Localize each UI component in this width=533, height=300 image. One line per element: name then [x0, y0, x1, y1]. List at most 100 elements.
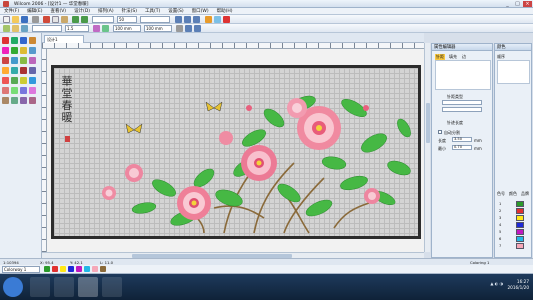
start-button[interactable] [3, 277, 23, 297]
circle-icon[interactable] [2, 57, 9, 64]
tab-design1[interactable]: 设计1 [44, 35, 84, 43]
colorway-swatch-brown[interactable] [100, 266, 106, 272]
color-swatch[interactable] [516, 222, 524, 228]
menu-file[interactable]: 文件(F) [0, 8, 23, 15]
auto-split-checkbox[interactable] [438, 130, 442, 134]
taskbar-browser-icon[interactable] [54, 277, 74, 297]
menu-settings[interactable]: 设置(S) [164, 8, 187, 15]
color-swatch[interactable] [516, 243, 524, 249]
applique-icon[interactable] [2, 67, 9, 74]
colorway-dropdown[interactable]: Colorway 1 [2, 266, 40, 273]
undo-icon[interactable] [72, 16, 79, 23]
save-icon[interactable] [21, 16, 28, 23]
spacing-value-field[interactable] [442, 107, 482, 112]
lettering-icon[interactable] [20, 47, 27, 54]
taskbar-explorer-icon[interactable] [30, 277, 50, 297]
zoom-out-icon[interactable] [184, 16, 191, 23]
design-combo[interactable] [92, 16, 114, 23]
close-button[interactable]: × [523, 1, 532, 7]
grid-icon[interactable] [205, 16, 212, 23]
tab-color-name[interactable]: 颜色 [509, 191, 517, 197]
fill-icon[interactable] [11, 87, 18, 94]
mirror-icon[interactable] [185, 25, 192, 32]
reshape-icon[interactable] [11, 37, 18, 44]
stipple-icon[interactable] [11, 67, 18, 74]
tie-icon[interactable] [11, 97, 18, 104]
color-swatch[interactable] [516, 208, 524, 214]
star-icon[interactable] [20, 57, 27, 64]
paste-icon[interactable] [61, 16, 68, 23]
menu-help[interactable]: 帮助(H) [213, 8, 237, 15]
break-apart-icon[interactable] [20, 77, 27, 84]
colorway-swatch-blue[interactable] [68, 266, 74, 272]
zoom-in-icon[interactable] [175, 16, 182, 23]
menu-window[interactable]: 窗口(W) [188, 8, 213, 15]
trim-icon[interactable] [2, 97, 9, 104]
vertical-scrollbar[interactable] [424, 43, 430, 252]
hoop-icon[interactable] [214, 16, 221, 23]
trueview-icon[interactable] [223, 16, 230, 23]
colorway-swatch-yellow[interactable] [60, 266, 66, 272]
colorway-swatch-red[interactable] [52, 266, 58, 272]
spacing-combo[interactable]: 1.5 [65, 25, 89, 32]
colorway-swatch-green[interactable] [44, 266, 50, 272]
measure-icon[interactable] [29, 67, 36, 74]
column-a-icon[interactable] [20, 37, 27, 44]
length-field[interactable]: 3.50 [452, 137, 472, 142]
spacing-type-field[interactable] [442, 100, 482, 105]
tab-color-number[interactable]: 色号 [497, 191, 505, 197]
open-icon[interactable] [12, 16, 19, 23]
rotate-icon[interactable] [194, 25, 201, 32]
travel-icon[interactable] [2, 77, 9, 84]
minimize-button[interactable]: _ [503, 1, 512, 7]
embroidery-canvas[interactable]: 華堂春暖 [51, 65, 421, 239]
hoop-combo[interactable] [140, 16, 170, 23]
color-swatch[interactable] [516, 215, 524, 221]
auto-fabric-icon[interactable] [93, 25, 100, 32]
colorway-swatch-pink[interactable] [92, 266, 98, 272]
outline-icon[interactable] [20, 87, 27, 94]
run-icon[interactable] [21, 25, 28, 32]
offset-icon[interactable] [29, 87, 36, 94]
min-length-field[interactable]: 0.70 [452, 145, 472, 150]
copy-icon[interactable] [52, 16, 59, 23]
menu-arrange[interactable]: 排列(A) [94, 8, 118, 15]
redo-icon[interactable] [81, 16, 88, 23]
tatami-icon[interactable] [12, 25, 19, 32]
menu-stitch[interactable]: 针法(S) [118, 8, 141, 15]
zoom-fit-icon[interactable] [193, 16, 200, 23]
zoom-combo[interactable]: 50 [117, 16, 137, 23]
stitch-edit-icon[interactable] [11, 77, 18, 84]
taskbar-wilcom-icon[interactable] [78, 277, 98, 297]
new-icon[interactable] [3, 16, 10, 23]
branch-icon[interactable] [29, 77, 36, 84]
print-icon[interactable] [32, 16, 39, 23]
taskbar-media-icon[interactable] [102, 277, 122, 297]
vertical-scroll-thumb[interactable] [426, 103, 430, 143]
run-tool-icon[interactable] [11, 47, 18, 54]
menu-tools[interactable]: 工具(T) [141, 8, 164, 15]
monogram-icon[interactable] [29, 47, 36, 54]
pattern-icon[interactable] [2, 87, 9, 94]
stop-icon[interactable] [20, 97, 27, 104]
colorway-swatch-magenta[interactable] [76, 266, 82, 272]
menu-view[interactable]: 查看(V) [46, 8, 70, 15]
colorway-swatch-cyan[interactable] [84, 266, 90, 272]
knife-icon[interactable] [20, 67, 27, 74]
maximize-button[interactable]: □ [513, 1, 522, 7]
select-icon[interactable] [2, 37, 9, 44]
complex-fill-icon[interactable] [2, 47, 9, 54]
menu-edit[interactable]: 编辑(E) [23, 8, 46, 15]
taskbar-clock[interactable]: 16:27 2016/1/20 [508, 279, 529, 291]
satin-icon[interactable] [3, 25, 10, 32]
width-field[interactable]: 100 mm [113, 25, 141, 32]
stitch-type-combo[interactable] [32, 25, 62, 32]
color-icon[interactable] [102, 25, 109, 32]
sequence-icon[interactable] [29, 97, 36, 104]
tab-color-brand[interactable]: 品牌 [521, 191, 529, 197]
system-tray[interactable]: ▲ ◐ ◑ [490, 281, 503, 286]
menu-design[interactable]: 设计(D) [70, 8, 94, 15]
rectangle-icon[interactable] [11, 57, 18, 64]
height-field[interactable]: 100 mm [144, 25, 172, 32]
color-swatch[interactable] [516, 201, 524, 207]
